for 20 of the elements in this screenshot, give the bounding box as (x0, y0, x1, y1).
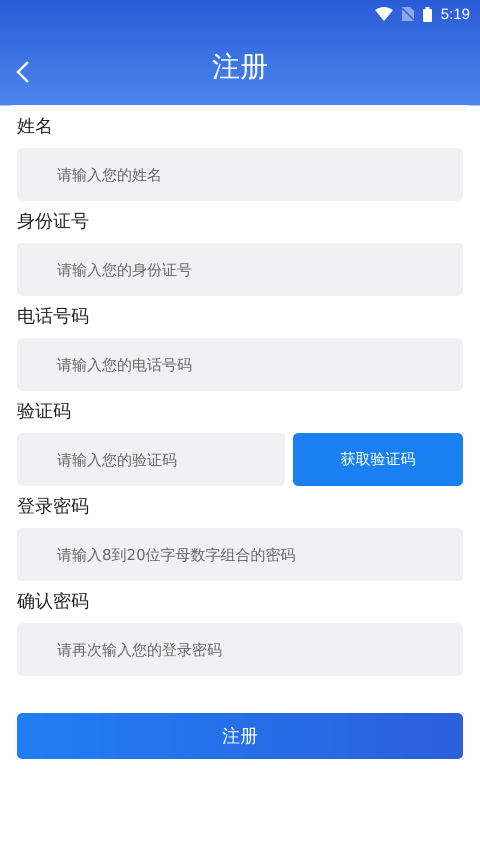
wifi-icon (374, 7, 393, 21)
get-code-button[interactable]: 获取验证码 (293, 433, 463, 486)
input-field[interactable]: 请输入您的验证码 (17, 433, 285, 486)
input-field[interactable]: 请输入您的身份证号 (17, 243, 463, 296)
page-title: 注册 (212, 48, 268, 84)
field-label: 电话号码 (17, 305, 90, 329)
back-icon[interactable] (16, 60, 30, 84)
field-label: 身份证号 (17, 210, 90, 234)
no-sim-icon (402, 7, 414, 21)
input-field[interactable]: 请输入8到20位字母数字组合的密码 (17, 528, 463, 581)
input-field[interactable]: 请输入您的姓名 (17, 148, 463, 201)
field-label: 登录密码 (17, 495, 90, 519)
register-button[interactable]: 注册 (17, 713, 463, 759)
field-label: 姓名 (17, 115, 54, 139)
clock-time: 5:19 (440, 6, 470, 22)
input-field[interactable]: 请再次输入您的登录密码 (17, 623, 463, 676)
field-label: 确认密码 (17, 590, 90, 614)
battery-icon (422, 6, 432, 22)
input-field[interactable]: 请输入您的电话号码 (17, 338, 463, 391)
field-label: 验证码 (17, 400, 72, 424)
